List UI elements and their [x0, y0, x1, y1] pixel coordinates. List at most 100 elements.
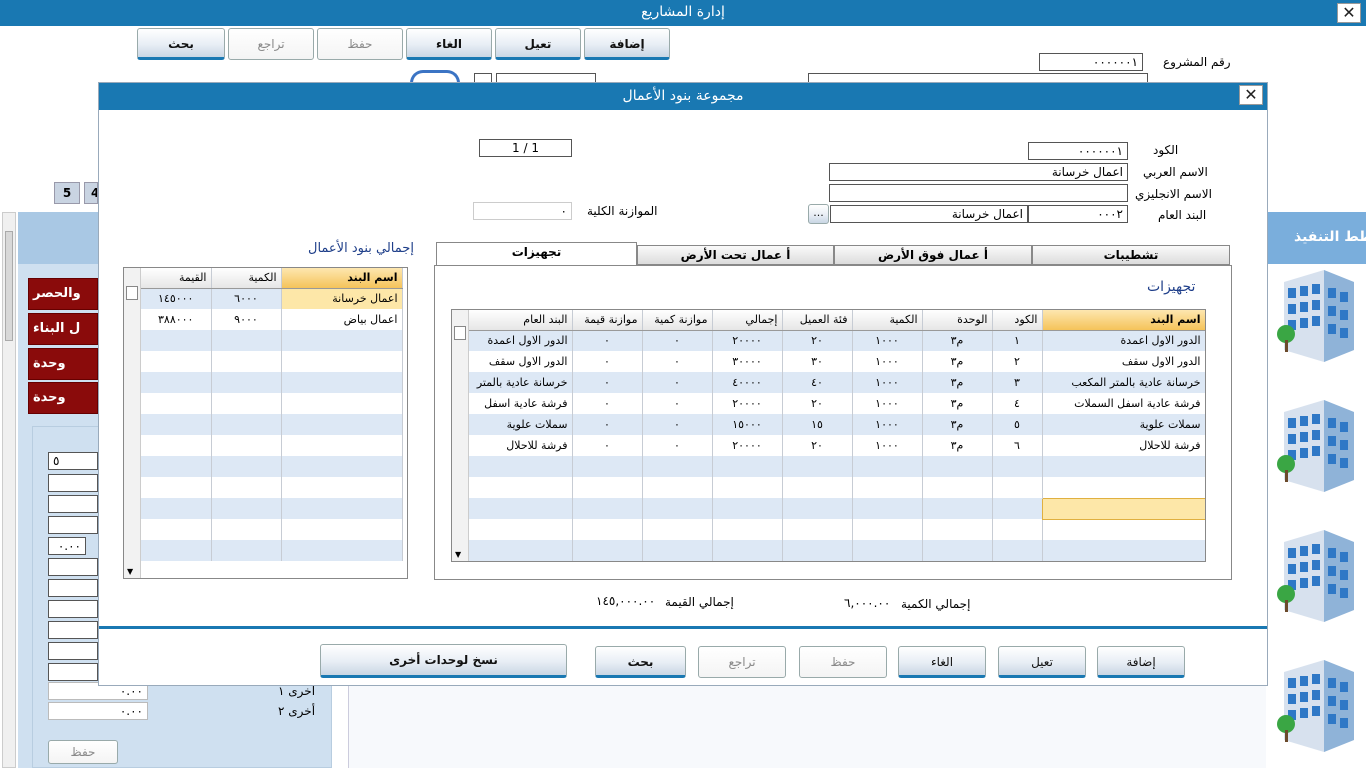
page-tab-4[interactable]: 4: [84, 182, 98, 204]
dialog-save-button[interactable]: حفظ: [799, 646, 887, 678]
main-close-icon[interactable]: ✕: [1337, 3, 1361, 23]
building-icon[interactable]: [1274, 522, 1354, 622]
table-row[interactable]: سملات علوية ٥ م٣ ١٠٠٠ ١٥ ١٥٠٠٠ ٠ ٠ سملات علوية: [469, 414, 1205, 435]
scroll-down-icon[interactable]: ▼: [127, 567, 133, 576]
left-save-button[interactable]: حفظ: [48, 740, 118, 764]
col-total[interactable]: إجمالي: [712, 310, 783, 331]
col-budget-qty[interactable]: موازنة كمية: [642, 310, 713, 331]
left-field-2[interactable]: [48, 474, 98, 492]
left-field-7[interactable]: [48, 579, 98, 597]
cell-quantity[interactable]: ١٠٠٠: [852, 351, 923, 372]
cell-budget-value[interactable]: ٠: [572, 393, 643, 414]
table-row[interactable]: خرسانة عادية بالمتر المكعب ٣ م٣ ١٠٠٠ ٤٠ ٤٠٠٠٠…: [469, 372, 1205, 393]
cell-item-name[interactable]: فرشة للاحلال: [1042, 435, 1205, 456]
cell-unit[interactable]: م٣: [922, 372, 993, 393]
cell-item-name[interactable]: الدور الاول سقف: [1042, 351, 1205, 372]
general-item-name-field[interactable]: اعمال خرسانة: [830, 205, 1028, 223]
cell-budget-qty[interactable]: ٠: [642, 435, 713, 456]
general-item-code-field[interactable]: ٠٠٠٢: [1028, 205, 1128, 223]
cell-general-item[interactable]: سملات علوية: [469, 414, 573, 435]
cell-code[interactable]: ٦: [992, 435, 1043, 456]
total-budget-field[interactable]: ٠: [473, 202, 572, 220]
cell-total[interactable]: ١٥٠٠٠: [712, 414, 783, 435]
cell-budget-value[interactable]: ٠: [572, 351, 643, 372]
side-button-1[interactable]: والحصر: [28, 278, 98, 310]
cell-unit[interactable]: م٣: [922, 393, 993, 414]
cell-code[interactable]: ٤: [992, 393, 1043, 414]
cell-item-name[interactable]: الدور الاول اعمدة: [1042, 330, 1205, 351]
left-field-5[interactable]: ٠.٠٠: [48, 537, 86, 555]
col-client-rate[interactable]: فئة العميل: [782, 310, 853, 331]
cell-quantity[interactable]: ٦٠٠٠: [211, 288, 282, 309]
items-grid-scrollbar[interactable]: ▼: [452, 310, 469, 561]
cell-total[interactable]: ٢٠٠٠٠: [712, 393, 783, 414]
cell-total[interactable]: ٢٠٠٠٠: [712, 330, 783, 351]
tab-finishing[interactable]: تشطيبات: [1032, 245, 1230, 265]
left-field-11[interactable]: [48, 663, 98, 681]
cell-budget-value[interactable]: ٠: [572, 372, 643, 393]
cell-quantity[interactable]: ١٠٠٠: [852, 330, 923, 351]
empty-row[interactable]: [141, 498, 403, 519]
left-field-8[interactable]: [48, 600, 98, 618]
cell-client-rate[interactable]: ١٥: [782, 414, 853, 435]
cell-value[interactable]: ١٤٥٠٠٠: [141, 288, 212, 309]
cell-unit[interactable]: م٣: [922, 330, 993, 351]
building-icon[interactable]: [1274, 392, 1354, 492]
cell-client-rate[interactable]: ٣٠: [782, 351, 853, 372]
cell-total[interactable]: ٢٠٠٠٠: [712, 435, 783, 456]
cell-code[interactable]: ١: [992, 330, 1043, 351]
cell-client-rate[interactable]: ٢٠: [782, 330, 853, 351]
summary-grid-scroll-thumb[interactable]: [126, 286, 138, 300]
cell-code[interactable]: ٢: [992, 351, 1043, 372]
table-row[interactable]: فرشة للاحلال ٦ م٣ ١٠٠٠ ٢٠ ٢٠٠٠٠ ٠ ٠ فرشة للاحلال: [469, 435, 1205, 456]
dialog-undo-button[interactable]: تراجع: [698, 646, 786, 678]
tab-below-ground[interactable]: أ عمال تحت الأرض: [637, 245, 834, 265]
general-item-browse-button[interactable]: ...: [808, 204, 829, 224]
col-item-name[interactable]: اسم البند: [1042, 310, 1205, 331]
main-edit-button[interactable]: تعيل: [495, 28, 581, 60]
empty-row[interactable]: [141, 519, 403, 540]
summary-grid-scrollbar[interactable]: ▼: [124, 268, 141, 578]
side-button-3[interactable]: وحدة: [28, 348, 98, 380]
items-grid-scroll-thumb[interactable]: [454, 326, 466, 340]
empty-row[interactable]: [141, 372, 403, 393]
col-value[interactable]: القيمة: [141, 268, 212, 289]
cell-quantity[interactable]: ٩٠٠٠: [211, 309, 282, 330]
cell-total[interactable]: ٣٠٠٠٠: [712, 351, 783, 372]
empty-row[interactable]: [141, 330, 403, 351]
cell-unit[interactable]: م٣: [922, 414, 993, 435]
col-budget-value[interactable]: موازنة قيمة: [572, 310, 643, 331]
cell-budget-qty[interactable]: ٠: [642, 372, 713, 393]
empty-row[interactable]: [469, 540, 1205, 561]
cell-item-name[interactable]: خرسانة عادية بالمتر المكعب: [1042, 372, 1205, 393]
dialog-add-button[interactable]: إضافة: [1097, 646, 1185, 678]
dialog-search-button[interactable]: بحث: [595, 646, 686, 678]
empty-row[interactable]: [141, 393, 403, 414]
col-item-name[interactable]: اسم البند: [281, 268, 403, 289]
scroll-down-icon[interactable]: ▼: [455, 550, 461, 559]
building-icon[interactable]: [1274, 262, 1354, 362]
cell-budget-qty[interactable]: ٠: [642, 414, 713, 435]
table-row[interactable]: الدور الاول اعمدة ١ م٣ ١٠٠٠ ٢٠ ٢٠٠٠٠ ٠ ٠ الدور ا…: [469, 330, 1205, 351]
empty-row[interactable]: [141, 477, 403, 498]
arabic-name-field[interactable]: اعمال خرسانة: [829, 163, 1128, 181]
cell-quantity[interactable]: ١٠٠٠: [852, 414, 923, 435]
dialog-edit-button[interactable]: تعيل: [998, 646, 1086, 678]
left-scrollbar[interactable]: [2, 212, 16, 768]
cell-item-name[interactable]: فرشة عادية اسفل السملات: [1042, 393, 1205, 414]
cell-general-item[interactable]: فرشة عادية اسفل: [469, 393, 573, 414]
cell-quantity[interactable]: ١٠٠٠: [852, 393, 923, 414]
cell-item-name[interactable]: اعمال بياض: [281, 309, 403, 330]
cell-budget-qty[interactable]: ٠: [642, 351, 713, 372]
cell-unit[interactable]: م٣: [922, 351, 993, 372]
left-field-10[interactable]: [48, 642, 98, 660]
cell-client-rate[interactable]: ٢٠: [782, 435, 853, 456]
empty-row[interactable]: [141, 540, 403, 561]
main-add-button[interactable]: إضافة: [584, 28, 670, 60]
cell-total[interactable]: ٤٠٠٠٠: [712, 372, 783, 393]
col-code[interactable]: الكود: [992, 310, 1043, 331]
left-scrollbar-thumb[interactable]: [5, 231, 13, 341]
cell-general-item[interactable]: الدور الاول سقف: [469, 351, 573, 372]
new-row-editor[interactable]: [1041, 497, 1205, 520]
cell-item-name[interactable]: اعمال خرسانة: [281, 288, 403, 309]
